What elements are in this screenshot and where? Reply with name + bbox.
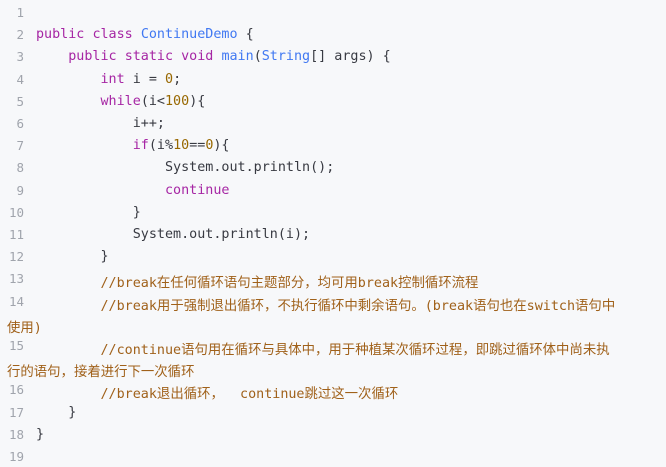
line-number: 6 xyxy=(16,116,24,131)
code-token: == xyxy=(189,138,206,154)
code-token: } xyxy=(36,204,141,220)
code-token: } xyxy=(36,249,109,265)
code-token: continue xyxy=(165,182,230,198)
code-token: i++; xyxy=(36,116,165,131)
line-number: 4 xyxy=(16,71,24,87)
code-token: 0 xyxy=(165,71,174,87)
line-number: 17 xyxy=(8,404,24,420)
code-token: ContinueDemo xyxy=(140,27,238,43)
code-line: } xyxy=(36,249,109,265)
code-token: //break退出循环， continue跳过这一次循环 xyxy=(36,387,399,403)
code-line: //break退出循环， continue跳过这一次循环 xyxy=(36,382,398,402)
code-line: while(i<100){ xyxy=(36,93,206,109)
code-line: if(i%10==0){ xyxy=(36,138,230,153)
code-line: public static void main(String[] args) { xyxy=(36,49,391,64)
line-number: 9 xyxy=(16,182,24,198)
line-number: 10 xyxy=(8,204,24,220)
code-line: continue xyxy=(36,183,230,198)
code-token: System.out.println(); xyxy=(36,160,335,176)
code-token: static xyxy=(124,49,174,65)
code-line: public class ContinueDemo { xyxy=(36,27,254,42)
line-number: 14 xyxy=(8,293,24,309)
code-token: [] args) { xyxy=(310,49,391,65)
code-token: 100 xyxy=(165,93,190,109)
line-number: 8 xyxy=(16,160,24,176)
code-token: void xyxy=(181,49,214,65)
code-token: public xyxy=(36,27,85,43)
code-line: i++; xyxy=(36,116,165,131)
code-line: int i = 0; xyxy=(36,71,182,87)
line-number: 13 xyxy=(8,271,24,287)
code-token: ; xyxy=(173,71,182,87)
code-token: if xyxy=(132,138,149,154)
code-line: } xyxy=(36,405,76,420)
code-token: ( xyxy=(253,49,262,65)
code-token: i = xyxy=(124,71,165,87)
code-token: int xyxy=(100,71,125,87)
code-token: { xyxy=(237,27,254,43)
line-number: 5 xyxy=(16,93,24,109)
code-token: (i< xyxy=(140,93,165,109)
line-number: 2 xyxy=(16,27,24,43)
line-number: 16 xyxy=(8,382,24,398)
code-line: } xyxy=(36,205,141,220)
code-token: //break用于强制退出循环，不执行循环中剩余语句。(break语句也在swi… xyxy=(36,298,616,314)
code-line-wrap: 使用) xyxy=(7,320,42,336)
code-token: class xyxy=(92,27,133,43)
code-line: System.out.println(); xyxy=(36,160,334,175)
code-token: main xyxy=(221,49,254,65)
line-number: 12 xyxy=(8,249,24,265)
code-line: //break用于强制退出循环，不执行循环中剩余语句。(break语句也在swi… xyxy=(36,294,615,314)
code-token: //break在任何循环语句主题部分，均可用break控制循环流程 xyxy=(36,276,479,292)
line-number: 15 xyxy=(8,338,24,353)
line-number: 7 xyxy=(16,138,24,154)
code-token: } xyxy=(36,404,77,420)
code-token: public xyxy=(68,49,117,65)
code-token: System.out.println(i); xyxy=(36,227,311,242)
line-number: 19 xyxy=(8,449,24,464)
code-line: System.out.println(i); xyxy=(36,227,310,242)
code-token: ){ xyxy=(189,93,206,109)
code-token: 10 xyxy=(173,138,190,154)
code-token: String xyxy=(261,49,311,65)
code-token: (i% xyxy=(148,138,174,154)
code-line-wrap: 行的语句，接着进行下一次循环 xyxy=(7,365,195,381)
line-number: 18 xyxy=(8,426,24,442)
line-number: 1 xyxy=(16,5,24,20)
line-number: 11 xyxy=(8,227,24,242)
code-line: } xyxy=(36,427,44,442)
code-token: } xyxy=(36,426,45,442)
code-token: while xyxy=(100,93,141,109)
code-line: //continue语句用在循环与具体中，用于种植某次循环过程，即跳过循环体中尚… xyxy=(36,338,610,358)
code-token: ){ xyxy=(213,138,230,154)
code-editor[interactable]: 1 2 public class ContinueDemo {3 public st… xyxy=(0,0,666,467)
code-line: //break在任何循环语句主题部分，均可用break控制循环流程 xyxy=(36,271,478,291)
line-number: 3 xyxy=(16,49,24,65)
code-token: //continue语句用在循环与具体中，用于种植某次循环过程，即跳过循环体中尚… xyxy=(36,343,610,358)
